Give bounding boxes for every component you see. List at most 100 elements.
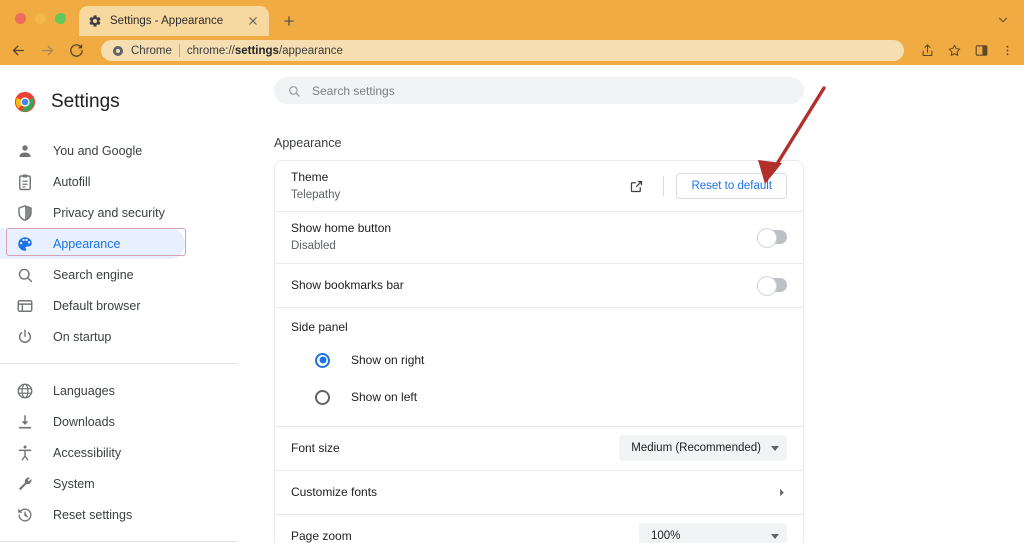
radio-label: Show on left [351, 390, 418, 404]
setting-subtitle: Telepathy [291, 189, 341, 201]
arrow-left-icon[interactable] [10, 42, 27, 59]
setting-row-customize-fonts[interactable]: Customize fonts [275, 471, 803, 515]
reset-to-default-button[interactable]: Reset to default [676, 173, 787, 200]
sidebar-item-label: Search engine [53, 267, 134, 282]
sidebar-nav-secondary: Languages Downloads Accessibility System… [0, 375, 258, 530]
person-icon [19, 144, 31, 157]
radio-option-show-on-right[interactable]: Show on right [291, 342, 787, 379]
theme-labels: Theme Telepathy [291, 161, 621, 211]
setting-row-theme: Theme Telepathy Reset to default [275, 161, 803, 213]
share-icon[interactable] [920, 43, 935, 58]
setting-row-show-home-button: Show home button Disabled [275, 212, 803, 264]
sidebar-item-accessibility[interactable]: Accessibility [0, 437, 240, 468]
side-panel-group-title: Side panel [291, 319, 348, 334]
sidebar-item-label: Languages [53, 383, 115, 398]
chevron-right-icon [780, 488, 784, 496]
radio-label: Show on right [351, 353, 425, 367]
wrench-icon [19, 477, 32, 490]
url-prefix: chrome:// [186, 44, 235, 57]
sidebar-item-on-startup[interactable]: On startup [0, 321, 240, 352]
setting-row-side-panel: Side panel Show on right Show on left [275, 308, 803, 427]
search-input[interactable] [312, 83, 791, 98]
setting-row-page-zoom: Page zoom 100% [275, 515, 803, 543]
chevron-down-icon [771, 533, 779, 539]
star-icon[interactable] [947, 43, 962, 58]
url-bold-segment: settings [234, 44, 279, 57]
url-suffix: /appearance [278, 44, 343, 57]
search-settings-bar[interactable] [274, 77, 804, 104]
bookmarks-bar-labels: Show bookmarks bar [291, 269, 759, 301]
arrow-right-icon[interactable] [39, 42, 56, 59]
sidebar-item-privacy-and-security[interactable]: Privacy and security [0, 197, 240, 228]
chrome-logo-icon [14, 91, 36, 113]
close-icon[interactable] [246, 14, 260, 28]
side-panel-icon[interactable] [974, 43, 989, 58]
side-panel-radio-group: Show on right Show on left [291, 338, 787, 426]
setting-title: Show home button [291, 221, 392, 236]
sidebar-item-label: You and Google [53, 143, 143, 158]
settings-brand: Settings [0, 77, 258, 121]
radio-button[interactable] [315, 352, 330, 368]
sidebar-item-appearance[interactable]: Appearance [0, 228, 185, 259]
font-size-dropdown[interactable]: Medium (Recommended) [619, 435, 787, 461]
settings-sidebar: Settings You and Google Autofill Privacy… [0, 65, 258, 543]
sidebar-item-you-and-google[interactable]: You and Google [0, 135, 240, 166]
sidebar-item-label: Autofill [53, 174, 91, 189]
setting-title: Show bookmarks bar [291, 278, 404, 292]
sidebar-item-languages[interactable]: Languages [0, 375, 240, 406]
tab-title: Settings - Appearance [110, 15, 224, 27]
theme-open-external-button[interactable] [621, 173, 651, 199]
browser-window: Settings - Appearance Chrome chrome://se… [0, 0, 1024, 543]
action-divider [663, 176, 665, 197]
customize-fonts-labels: Customize fonts [291, 476, 776, 508]
sidebar-item-label: Privacy and security [53, 205, 165, 220]
sidebar-item-label: Default browser [53, 298, 141, 313]
omnibox-divider [178, 44, 180, 57]
page-zoom-dropdown[interactable]: 100% [639, 523, 787, 543]
maximize-window-button[interactable] [55, 13, 66, 24]
appearance-settings-card: Theme Telepathy Reset to default Show ho… [274, 160, 804, 543]
power-icon [18, 329, 32, 343]
page-title: Settings [51, 91, 120, 112]
sidebar-item-system[interactable]: System [0, 468, 240, 499]
globe-icon [17, 383, 33, 398]
setting-subtitle: Disabled [291, 240, 336, 253]
radio-button[interactable] [315, 389, 330, 405]
clipboard-icon [19, 174, 31, 190]
sidebar-item-label: Appearance [53, 236, 121, 251]
home-button-labels: Show home button Disabled [291, 212, 759, 262]
history-restore-icon [18, 508, 32, 521]
chrome-icon [113, 45, 123, 56]
address-bar[interactable]: Chrome chrome://settings/appearance [101, 40, 904, 61]
sidebar-item-downloads[interactable]: Downloads [0, 406, 240, 437]
new-tab-button[interactable] [281, 13, 297, 29]
three-dot-menu-icon[interactable] [1001, 43, 1014, 58]
setting-title: Customize fonts [291, 485, 378, 499]
omnibox-scheme-label: Chrome [131, 44, 172, 57]
chevron-down-icon [771, 445, 779, 451]
shield-icon [18, 204, 32, 221]
sidebar-item-search-engine[interactable]: Search engine [0, 259, 240, 290]
show-bookmarks-bar-toggle[interactable] [757, 276, 787, 296]
settings-page: Settings You and Google Autofill Privacy… [0, 65, 1024, 543]
radio-option-show-on-left[interactable]: Show on left [291, 379, 787, 416]
sidebar-item-label: Accessibility [53, 445, 122, 460]
setting-title: Theme [291, 170, 329, 184]
dropdown-value: Medium (Recommended) [631, 442, 761, 454]
close-window-button[interactable] [15, 13, 26, 24]
tab-strip: Settings - Appearance [0, 0, 1024, 36]
minimize-window-button[interactable] [35, 13, 46, 24]
show-home-button-toggle[interactable] [757, 228, 787, 249]
browser-window-icon [17, 299, 33, 312]
gear-icon [89, 15, 101, 27]
browser-tab[interactable]: Settings - Appearance [79, 6, 269, 36]
sidebar-nav-primary: You and Google Autofill Privacy and secu… [0, 135, 258, 352]
sidebar-item-label: Downloads [53, 414, 115, 429]
reload-icon[interactable] [68, 42, 85, 59]
theme-actions: Reset to default [621, 173, 787, 200]
sidebar-item-default-browser[interactable]: Default browser [0, 290, 240, 321]
chevron-down-icon[interactable] [996, 13, 1010, 27]
sidebar-item-reset-settings[interactable]: Reset settings [0, 499, 240, 530]
sidebar-item-autofill[interactable]: Autofill [0, 166, 240, 197]
search-icon [18, 268, 33, 282]
